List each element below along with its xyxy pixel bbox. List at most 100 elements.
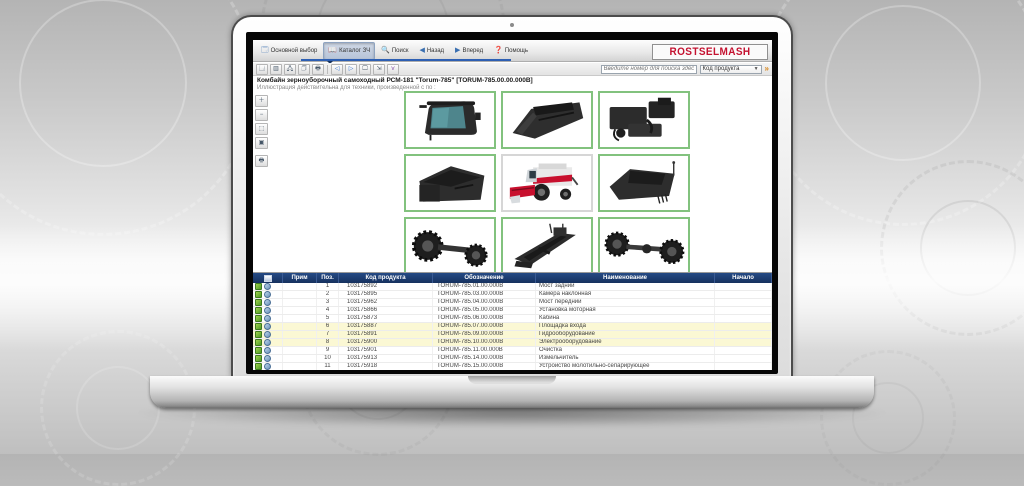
laptop-lid-notch <box>468 376 556 384</box>
product-code-dropdown[interactable]: Код продукта ▼ <box>700 65 762 74</box>
grid-item-chopper[interactable] <box>598 154 690 212</box>
cell-note <box>283 331 317 338</box>
illustration-icon[interactable] <box>255 307 262 314</box>
illustration-icon[interactable] <box>255 331 262 338</box>
rostselmash-logo: ROSTSELMASH <box>652 44 768 60</box>
info-icon[interactable] <box>264 339 271 346</box>
cell-position: 9 <box>317 347 339 354</box>
tree-icon[interactable]: 🖧 <box>284 64 296 75</box>
info-icon[interactable] <box>264 323 271 330</box>
info-icon[interactable] <box>264 307 271 314</box>
info-icon[interactable] <box>264 283 271 290</box>
webcam-dot <box>510 23 514 27</box>
row-icons <box>253 355 283 362</box>
tab-label: Основной выбор <box>271 48 318 54</box>
tab-label: Поиск <box>392 48 409 54</box>
cell-product-code: 103175891 <box>339 331 433 338</box>
table-row[interactable]: 11 103175918 TORUM-785.15.00.000В Устрой… <box>253 363 772 370</box>
cell-start <box>715 331 772 338</box>
grid-item-grain-tank[interactable] <box>404 154 496 212</box>
row-icons <box>253 299 283 306</box>
cell-start <box>715 299 772 306</box>
cell-start <box>715 307 772 314</box>
zoom-out-icon[interactable]: − <box>255 109 268 121</box>
row-icons <box>253 339 283 346</box>
cell-product-code: 103175913 <box>339 355 433 362</box>
illustration-icon[interactable] <box>255 355 262 362</box>
cell-note <box>283 339 317 346</box>
illustration-icon[interactable] <box>255 291 262 298</box>
illustration-icon[interactable] <box>255 347 262 354</box>
table-row[interactable]: 7 103175891 TORUM-785.09.00.000В Гидрооб… <box>253 331 772 339</box>
info-icon[interactable] <box>264 363 271 370</box>
table-row[interactable]: 9 103175901 TORUM-785.11.00.000В Очистка <box>253 347 772 355</box>
table-row[interactable]: 1 103175892 TORUM-785.01.00.000В Мост за… <box>253 283 772 291</box>
illustration-icon[interactable] <box>255 363 262 370</box>
cell-designation: TORUM-785.04.00.000В <box>433 299 536 306</box>
assembly-image-grid <box>404 91 690 275</box>
table-row[interactable]: 3 103175962 TORUM-785.04.00.000В Мост пе… <box>253 299 772 307</box>
print-page-icon[interactable]: 🖶 <box>255 155 268 167</box>
illustration-icon[interactable] <box>255 283 262 290</box>
grid-item-combine[interactable] <box>501 154 593 212</box>
zoom-in-icon[interactable]: ＋ <box>255 95 268 107</box>
info-icon[interactable] <box>264 355 271 362</box>
tab-parts-catalog[interactable]: 📖 Каталог ЗЧ <box>323 42 375 60</box>
go-icon[interactable]: » <box>765 65 769 73</box>
prev-icon[interactable]: ◁ <box>331 64 343 75</box>
header-note: Прим <box>283 273 317 283</box>
illustration-icon[interactable] <box>255 299 262 306</box>
table-icon <box>264 275 272 282</box>
print-icon[interactable]: 🖶 <box>312 64 324 75</box>
tab-help[interactable]: ❓ Помощь <box>489 42 533 60</box>
screen-icon[interactable]: 🖵 <box>359 64 371 75</box>
chevron-down-icon: ▼ <box>754 66 759 72</box>
table-row[interactable]: 10 103175913 TORUM-785.14.00.000В Измель… <box>253 355 772 363</box>
grid-item-engine-unit[interactable] <box>598 91 690 149</box>
parts-table-header: Прим Поз. Код продукта Обозначение Наиме… <box>253 273 772 283</box>
info-icon[interactable] <box>264 299 271 306</box>
tab-back[interactable]: ◀ Назад <box>414 42 449 60</box>
part-number-search-input[interactable] <box>601 65 697 74</box>
illustration-icon[interactable] <box>255 323 262 330</box>
cell-designation: TORUM-785.07.00.000В <box>433 323 536 330</box>
grid-item-cabin[interactable] <box>404 91 496 149</box>
row-icons <box>253 283 283 290</box>
table-row[interactable]: 6 103175887 TORUM-785.07.00.000В Площадк… <box>253 323 772 331</box>
grid-item-front-axle[interactable] <box>598 217 690 275</box>
grid-item-chassis[interactable] <box>501 217 593 275</box>
toolbar-separator <box>327 65 328 74</box>
info-icon[interactable] <box>264 315 271 322</box>
columns-icon[interactable]: ▥ <box>270 64 282 75</box>
info-icon[interactable] <box>264 331 271 338</box>
info-icon[interactable] <box>264 347 271 354</box>
actual-size-icon[interactable]: ▣ <box>255 137 268 149</box>
table-row[interactable]: 4 103175866 TORUM-785.05.00.000В Установ… <box>253 307 772 315</box>
cell-note <box>283 323 317 330</box>
cell-note <box>283 299 317 306</box>
table-row[interactable]: 8 103175900 TORUM-785.10.00.000В Электро… <box>253 339 772 347</box>
fit-page-icon[interactable]: ⬚ <box>255 123 268 135</box>
tab-main-selection[interactable]: 🗔 Основной выбор <box>256 42 322 60</box>
row-icons <box>253 315 283 322</box>
cell-product-code: 103175866 <box>339 307 433 314</box>
window-icon[interactable]: 🗔 <box>256 64 268 75</box>
layers-icon[interactable]: 🗇 <box>298 64 310 75</box>
export-icon[interactable]: ⇲ <box>373 64 385 75</box>
selection-icon: 🗔 <box>261 47 269 54</box>
next-icon[interactable]: ▷ <box>345 64 357 75</box>
table-row[interactable]: 2 103175895 TORUM-785.03.00.000В Камера … <box>253 291 772 299</box>
help-icon: ❓ <box>494 47 503 54</box>
main-toolbar: 🗔 Основной выбор 📖 Каталог ЗЧ 🔍 Поиск ◀ … <box>253 40 772 62</box>
table-row[interactable]: 5 103175873 TORUM-785.06.00.000В Кабина <box>253 315 772 323</box>
illustration-icon[interactable] <box>255 339 262 346</box>
cell-note <box>283 307 317 314</box>
grid-item-feeder[interactable] <box>501 91 593 149</box>
tab-search[interactable]: 🔍 Поиск <box>376 42 413 60</box>
header-product-code: Код продукта <box>339 273 433 283</box>
info-icon[interactable] <box>264 291 271 298</box>
tab-forward[interactable]: ▶ Вперед <box>450 42 488 60</box>
grid-item-rear-axle[interactable] <box>404 217 496 275</box>
illustration-icon[interactable] <box>255 315 262 322</box>
filter-icon[interactable]: ⋎ <box>387 64 399 75</box>
